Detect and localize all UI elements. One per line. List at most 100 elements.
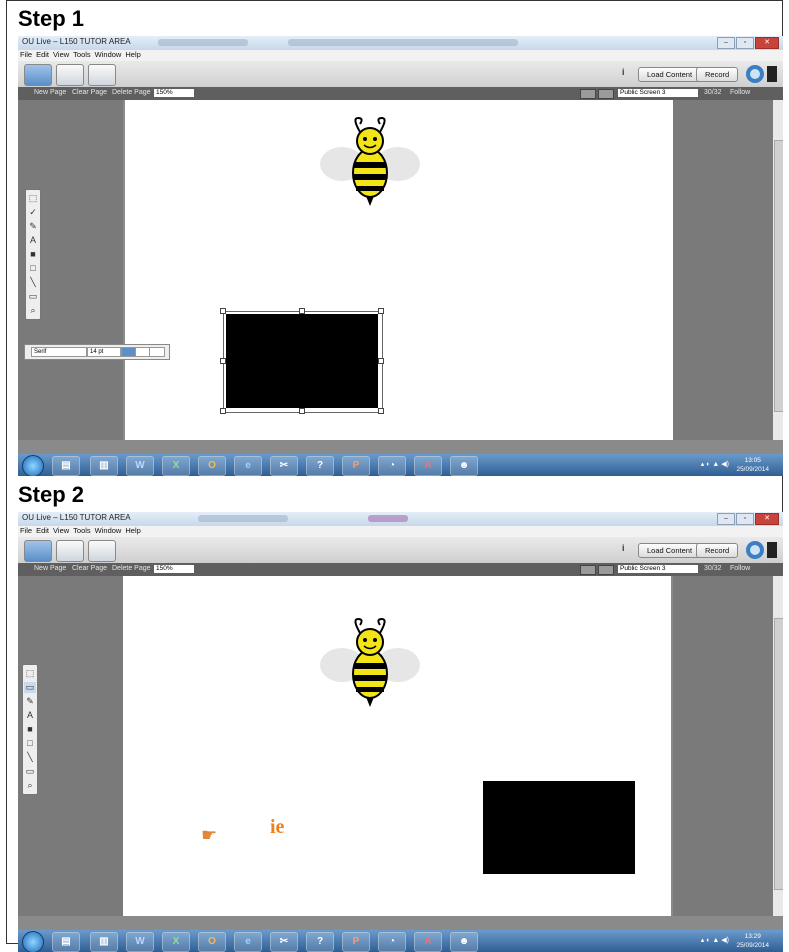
acrobat-icon[interactable]: A: [414, 456, 442, 476]
word-icon[interactable]: W: [126, 456, 154, 476]
web-tour-icon[interactable]: [88, 540, 116, 562]
prev-page-button[interactable]: [580, 89, 596, 99]
resize-handle[interactable]: [378, 408, 384, 414]
outlook-icon[interactable]: O: [198, 456, 226, 476]
snipping-tool-icon[interactable]: ✂: [270, 932, 298, 952]
taskbar-clock[interactable]: 13:29 25/09/2014: [736, 932, 769, 950]
font-select[interactable]: Serif: [31, 347, 87, 357]
start-orb-icon[interactable]: [22, 455, 44, 476]
app-share-icon[interactable]: [56, 64, 84, 86]
text-tool-icon[interactable]: A: [24, 710, 36, 721]
line-tool-icon[interactable]: ╲: [24, 752, 36, 763]
record-button[interactable]: Record: [696, 67, 739, 82]
zoom-select[interactable]: 150%: [154, 89, 194, 97]
zoom-tool-icon[interactable]: ⌕: [27, 305, 39, 316]
menu-view[interactable]: View: [53, 50, 69, 59]
delete-page-button[interactable]: Delete Page: [112, 565, 151, 572]
select-tool-icon[interactable]: ⬚: [24, 668, 36, 679]
menu-window[interactable]: Window: [95, 526, 122, 535]
menu-tools[interactable]: Tools: [73, 50, 91, 59]
resize-handle[interactable]: [299, 308, 305, 314]
vertical-scrollbar[interactable]: [773, 100, 783, 440]
zoom-select[interactable]: 150%: [154, 565, 194, 573]
rect-tool-icon[interactable]: □: [24, 738, 36, 749]
new-page-button[interactable]: New Page: [34, 89, 66, 96]
network-icon[interactable]: ◔: [378, 456, 406, 476]
zoom-tool-icon[interactable]: ⌕: [24, 780, 36, 791]
follow-checkbox[interactable]: Follow: [730, 89, 750, 96]
screen-tool-icon[interactable]: ▭: [27, 291, 39, 302]
snipping-tool-icon[interactable]: ✂: [270, 456, 298, 476]
resize-handle[interactable]: [299, 408, 305, 414]
info-icon[interactable]: i: [622, 67, 634, 80]
ou-live-icon[interactable]: ☻: [450, 932, 478, 952]
line-tool-icon[interactable]: ╲: [27, 277, 39, 288]
menu-help[interactable]: Help: [125, 526, 140, 535]
web-tour-icon[interactable]: [88, 64, 116, 86]
resize-handle[interactable]: [220, 358, 226, 364]
app-share-icon[interactable]: [56, 540, 84, 562]
menu-window[interactable]: Window: [95, 50, 122, 59]
outlook-icon[interactable]: O: [198, 932, 226, 952]
internet-explorer-icon[interactable]: e: [234, 456, 262, 476]
menu-tools[interactable]: Tools: [73, 526, 91, 535]
scroll-thumb[interactable]: [774, 140, 783, 412]
menu-edit[interactable]: Edit: [36, 50, 49, 59]
ou-live-icon[interactable]: ☻: [450, 456, 478, 476]
word-icon[interactable]: W: [126, 932, 154, 952]
menu-file[interactable]: File: [20, 526, 32, 535]
menu-file[interactable]: File: [20, 50, 32, 59]
acrobat-icon[interactable]: A: [414, 932, 442, 952]
text-tool-icon[interactable]: A: [27, 235, 39, 246]
file-explorer-icon[interactable]: ▤: [52, 932, 80, 952]
menu-edit[interactable]: Edit: [36, 526, 49, 535]
delete-page-button[interactable]: Delete Page: [112, 89, 151, 96]
vertical-scrollbar[interactable]: [773, 576, 783, 916]
rect-tool-icon[interactable]: □: [27, 263, 39, 274]
minimize-button[interactable]: –: [717, 513, 735, 525]
next-page-button[interactable]: [598, 565, 614, 575]
maximize-button[interactable]: ▫: [736, 37, 754, 49]
record-button[interactable]: Record: [696, 543, 739, 558]
powerpoint-icon[interactable]: P: [342, 456, 370, 476]
taskbar-clock[interactable]: 13:05 25/09/2014: [736, 456, 769, 474]
prev-page-button[interactable]: [580, 565, 596, 575]
font-size-select[interactable]: 14 pt: [87, 347, 121, 357]
black-rectangle[interactable]: [483, 781, 635, 874]
resize-handle[interactable]: [378, 308, 384, 314]
new-page-button[interactable]: New Page: [34, 565, 66, 572]
black-rectangle[interactable]: [226, 314, 378, 408]
start-orb-icon[interactable]: [22, 931, 44, 952]
minimize-button[interactable]: –: [717, 37, 735, 49]
screen-select[interactable]: Public Screen 3: [618, 89, 698, 97]
network-icon[interactable]: ◔: [378, 932, 406, 952]
underline-button[interactable]: [149, 347, 165, 357]
help-icon[interactable]: ?: [306, 456, 334, 476]
screen-select[interactable]: Public Screen 3: [618, 565, 698, 573]
whiteboard-icon[interactable]: [24, 64, 52, 86]
file-explorer-icon[interactable]: ▤: [52, 456, 80, 476]
excel-icon[interactable]: X: [162, 456, 190, 476]
next-page-button[interactable]: [598, 89, 614, 99]
resize-handle[interactable]: [378, 358, 384, 364]
close-button[interactable]: ✕: [755, 513, 779, 525]
clear-page-button[interactable]: Clear Page: [72, 565, 107, 572]
clear-page-button[interactable]: Clear Page: [72, 89, 107, 96]
resize-handle[interactable]: [220, 408, 226, 414]
scroll-thumb[interactable]: [774, 618, 783, 890]
select-tool-icon[interactable]: ⬚: [27, 193, 39, 204]
maximize-button[interactable]: ▫: [736, 513, 754, 525]
follow-checkbox[interactable]: Follow: [730, 565, 750, 572]
powerpoint-icon[interactable]: P: [342, 932, 370, 952]
taskbar-app-icon[interactable]: ▥: [90, 932, 118, 952]
close-button[interactable]: ✕: [755, 37, 779, 49]
help-icon[interactable]: ?: [306, 932, 334, 952]
pencil-tool-icon[interactable]: ✎: [27, 221, 39, 232]
excel-icon[interactable]: X: [162, 932, 190, 952]
pencil-tool-icon[interactable]: ✎: [24, 696, 36, 707]
whiteboard-icon[interactable]: [24, 540, 52, 562]
menu-help[interactable]: Help: [125, 50, 140, 59]
load-content-button[interactable]: Load Content: [638, 543, 702, 558]
resize-handle[interactable]: [220, 308, 226, 314]
fill-rect-tool-icon[interactable]: ■: [24, 724, 36, 735]
